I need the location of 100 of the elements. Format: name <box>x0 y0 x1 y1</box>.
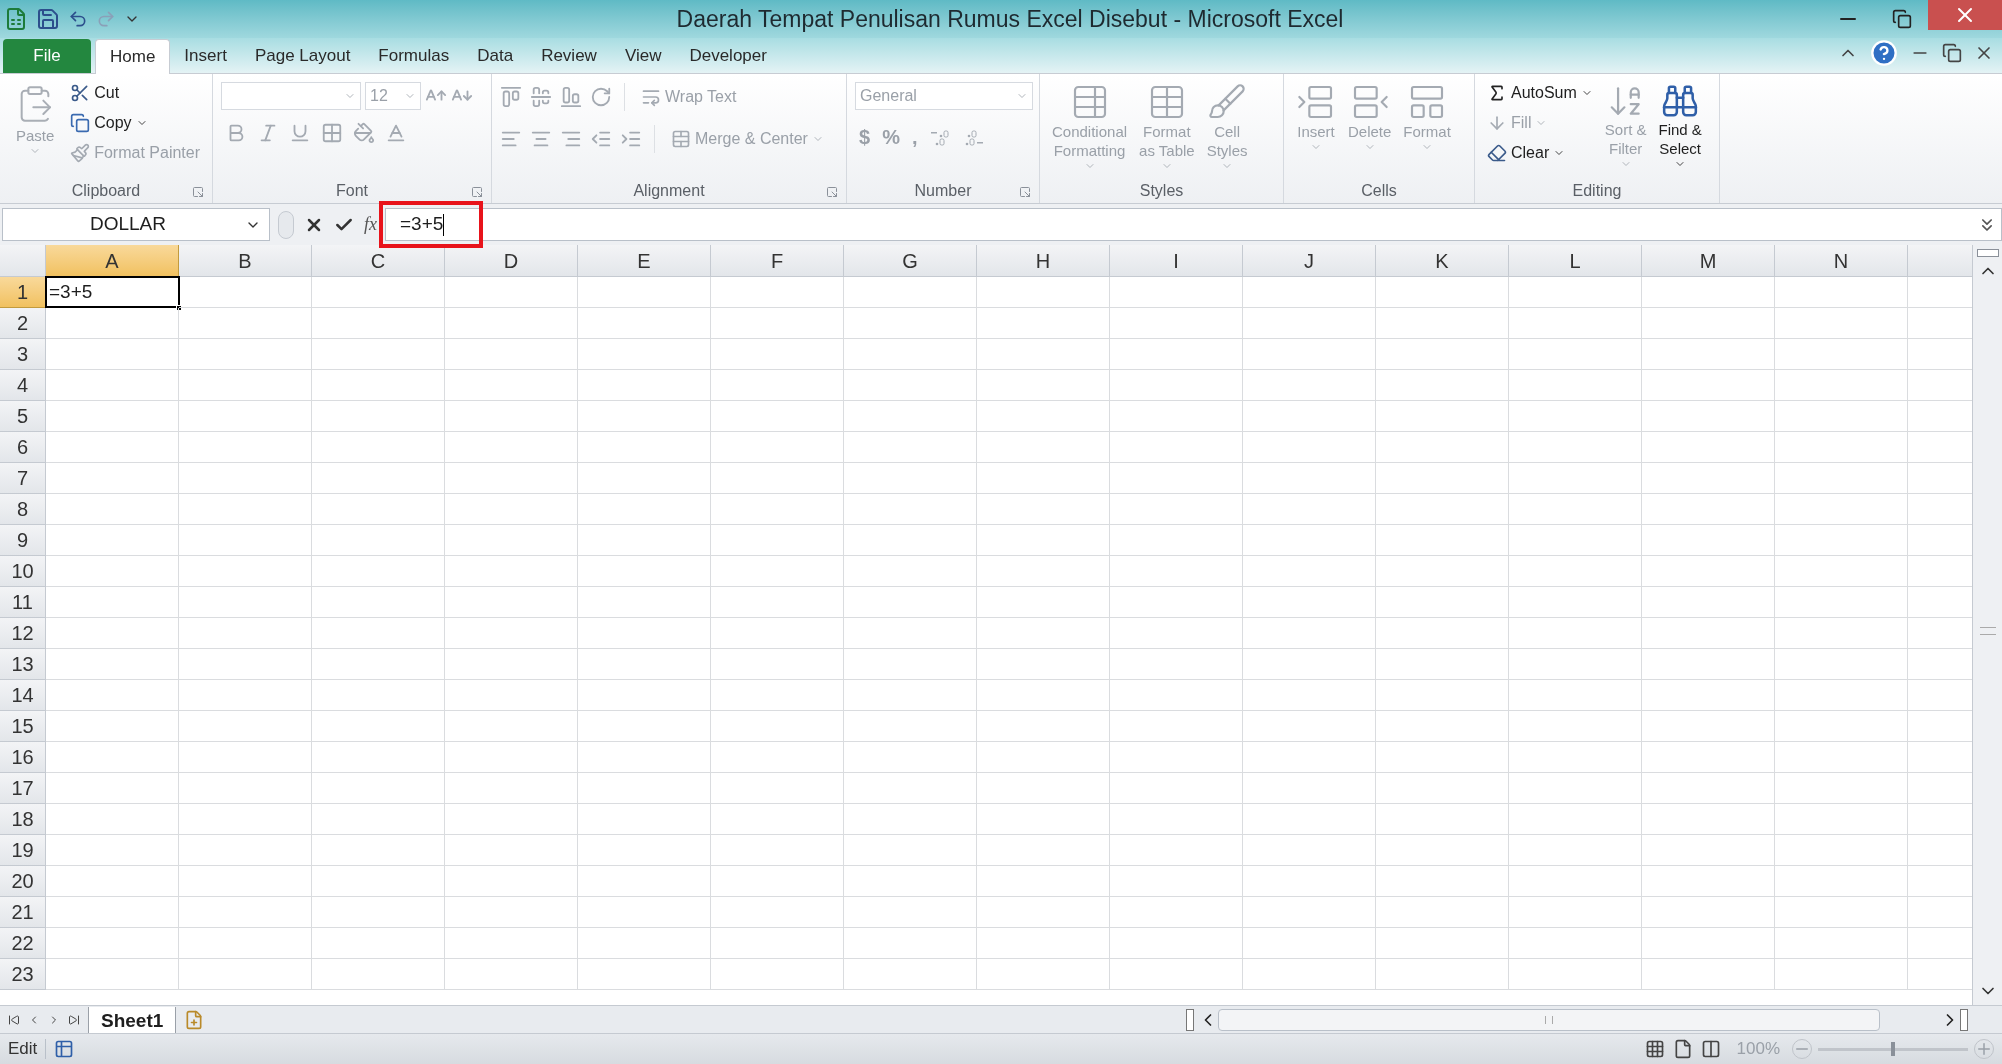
table-cell[interactable] <box>1509 308 1642 339</box>
table-cell[interactable] <box>1376 525 1509 556</box>
table-cell[interactable] <box>1376 308 1509 339</box>
insert-function-button[interactable]: fx <box>364 211 377 238</box>
table-cell[interactable] <box>1376 587 1509 618</box>
table-cell[interactable] <box>445 835 578 866</box>
help-icon[interactable] <box>1870 39 1898 67</box>
table-cell[interactable] <box>1775 835 1908 866</box>
table-cell[interactable] <box>1243 339 1376 370</box>
table-cell[interactable] <box>1509 587 1642 618</box>
table-cell[interactable] <box>1243 773 1376 804</box>
table-cell[interactable] <box>179 711 312 742</box>
table-cell[interactable] <box>312 618 445 649</box>
table-cell[interactable] <box>1642 928 1775 959</box>
table-cell[interactable] <box>312 339 445 370</box>
column-header[interactable]: E <box>578 245 711 277</box>
table-cell[interactable] <box>179 928 312 959</box>
table-cell[interactable] <box>1110 432 1243 463</box>
table-cell[interactable] <box>1775 277 1908 308</box>
table-cell[interactable] <box>1243 308 1376 339</box>
table-cell[interactable] <box>1509 959 1642 990</box>
table-cell[interactable] <box>711 494 844 525</box>
table-cell[interactable] <box>1642 773 1775 804</box>
table-cell[interactable] <box>1110 773 1243 804</box>
table-cell[interactable] <box>1642 463 1775 494</box>
active-cell[interactable]: =3+5 <box>45 276 180 308</box>
table-cell[interactable] <box>312 525 445 556</box>
last-sheet-icon[interactable] <box>68 1013 80 1026</box>
table-cell[interactable] <box>1110 742 1243 773</box>
table-cell[interactable] <box>312 277 445 308</box>
row-header[interactable]: 4 <box>0 370 46 401</box>
table-cell[interactable] <box>1642 494 1775 525</box>
row-header[interactable]: 22 <box>0 928 46 959</box>
table-cell[interactable] <box>1243 711 1376 742</box>
table-cell[interactable] <box>1509 897 1642 928</box>
table-cell[interactable] <box>1376 897 1509 928</box>
table-cell[interactable] <box>1110 711 1243 742</box>
dialog-launcher-icon[interactable] <box>471 186 483 198</box>
table-cell[interactable] <box>179 494 312 525</box>
table-cell[interactable] <box>711 463 844 494</box>
table-cell[interactable] <box>1775 556 1908 587</box>
table-cell[interactable] <box>1642 711 1775 742</box>
table-cell[interactable] <box>1775 494 1908 525</box>
select-all-corner[interactable] <box>0 245 46 277</box>
table-cell[interactable] <box>445 711 578 742</box>
table-cell[interactable] <box>1110 804 1243 835</box>
table-cell[interactable] <box>1509 525 1642 556</box>
table-cell[interactable] <box>1509 463 1642 494</box>
table-cell[interactable] <box>179 556 312 587</box>
table-cell[interactable] <box>1642 804 1775 835</box>
table-cell[interactable] <box>179 308 312 339</box>
table-cell[interactable] <box>1243 494 1376 525</box>
table-cell[interactable] <box>578 897 711 928</box>
table-cell[interactable] <box>711 928 844 959</box>
table-cell[interactable] <box>312 711 445 742</box>
table-cell[interactable] <box>179 432 312 463</box>
row-header[interactable]: 18 <box>0 804 46 835</box>
table-cell[interactable] <box>1376 649 1509 680</box>
table-cell[interactable] <box>46 680 179 711</box>
table-cell[interactable] <box>977 525 1110 556</box>
table-cell[interactable] <box>179 277 312 308</box>
column-header[interactable]: N <box>1775 245 1908 277</box>
table-cell[interactable] <box>179 401 312 432</box>
table-cell[interactable] <box>1775 370 1908 401</box>
table-cell[interactable] <box>179 463 312 494</box>
column-header[interactable]: F <box>711 245 844 277</box>
table-cell[interactable] <box>312 401 445 432</box>
table-cell[interactable] <box>1110 525 1243 556</box>
table-cell[interactable] <box>977 556 1110 587</box>
table-cell[interactable] <box>1775 804 1908 835</box>
table-cell[interactable] <box>977 370 1110 401</box>
table-cell[interactable] <box>1110 277 1243 308</box>
table-cell[interactable] <box>1110 680 1243 711</box>
table-cell[interactable] <box>179 339 312 370</box>
table-cell[interactable] <box>1376 959 1509 990</box>
table-cell[interactable] <box>179 804 312 835</box>
table-cell[interactable] <box>46 804 179 835</box>
table-cell[interactable] <box>711 773 844 804</box>
table-cell[interactable] <box>312 463 445 494</box>
column-header[interactable]: C <box>312 245 445 277</box>
table-cell[interactable] <box>179 897 312 928</box>
table-cell[interactable] <box>1509 711 1642 742</box>
table-cell[interactable] <box>1775 587 1908 618</box>
row-header[interactable]: 9 <box>0 525 46 556</box>
table-cell[interactable] <box>445 866 578 897</box>
column-header[interactable]: L <box>1509 245 1642 277</box>
table-cell[interactable] <box>445 339 578 370</box>
column-header[interactable]: M <box>1642 245 1775 277</box>
table-cell[interactable] <box>312 680 445 711</box>
table-cell[interactable] <box>578 835 711 866</box>
table-cell[interactable] <box>711 308 844 339</box>
table-cell[interactable] <box>445 432 578 463</box>
table-cell[interactable] <box>46 773 179 804</box>
table-cell[interactable] <box>977 959 1110 990</box>
table-cell[interactable] <box>711 277 844 308</box>
table-cell[interactable] <box>1243 463 1376 494</box>
table-cell[interactable] <box>1243 959 1376 990</box>
page-break-icon[interactable] <box>1700 1039 1721 1059</box>
table-cell[interactable] <box>1775 742 1908 773</box>
table-cell[interactable] <box>1243 587 1376 618</box>
